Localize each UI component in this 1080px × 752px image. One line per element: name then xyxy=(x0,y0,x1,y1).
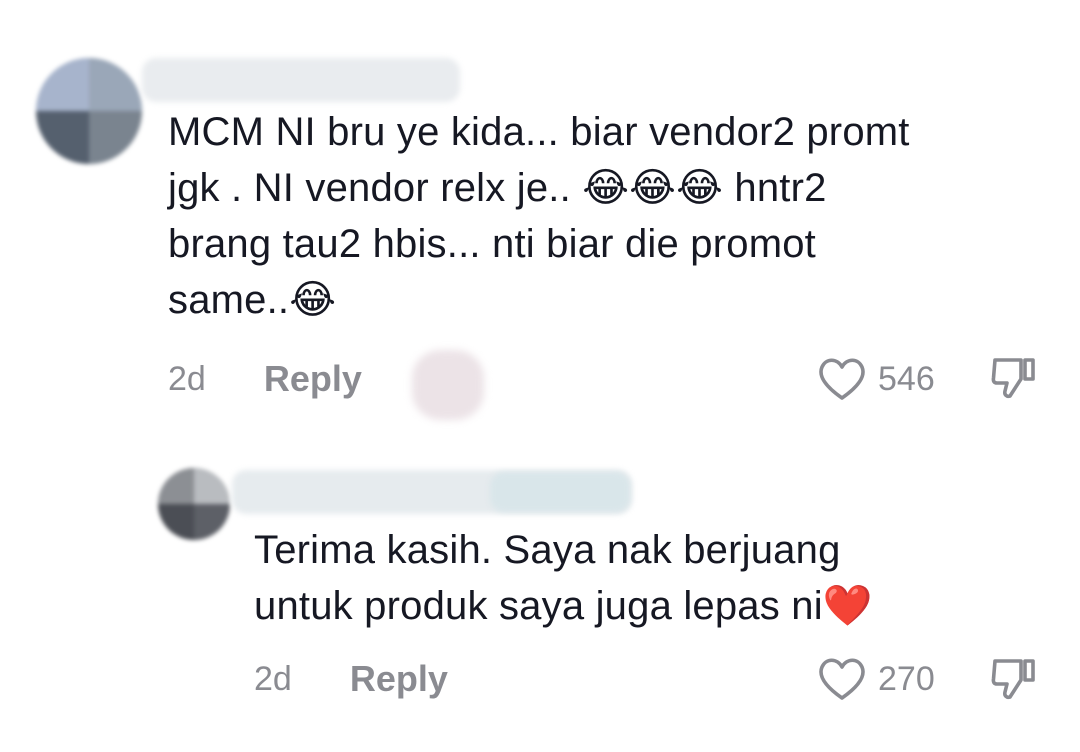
like-group: 546 xyxy=(818,354,935,404)
thumbs-down-icon[interactable] xyxy=(990,355,1036,401)
heart-outline-icon[interactable] xyxy=(818,657,866,701)
badge-redacted xyxy=(490,472,630,512)
thumbs-down-icon[interactable] xyxy=(990,656,1036,702)
username-redacted xyxy=(142,58,460,102)
comment-meta: 2d Reply xyxy=(254,654,448,704)
like-count: 546 xyxy=(878,359,935,398)
avatar[interactable] xyxy=(158,468,230,540)
comment-text: MCM NI bru ye kida... biar vendor2 promt… xyxy=(168,110,910,322)
reply-comment-item: Terima kasih. Saya nak berjuang untuk pr… xyxy=(0,430,1080,752)
like-group: 270 xyxy=(818,654,935,704)
redacted-mark xyxy=(412,350,484,420)
comment-item: MCM NI bru ye kida... biar vendor2 promt… xyxy=(0,0,1080,430)
reply-button[interactable]: Reply xyxy=(350,658,448,700)
comment-text: Terima kasih. Saya nak berjuang untuk pr… xyxy=(254,528,873,628)
comment-time: 2d xyxy=(168,359,206,398)
heart-outline-icon[interactable] xyxy=(818,357,866,401)
avatar[interactable] xyxy=(36,58,142,164)
reply-button[interactable]: Reply xyxy=(264,358,362,400)
like-count: 270 xyxy=(878,659,935,698)
comment-time: 2d xyxy=(254,659,292,698)
comment-meta: 2d Reply xyxy=(168,354,362,404)
